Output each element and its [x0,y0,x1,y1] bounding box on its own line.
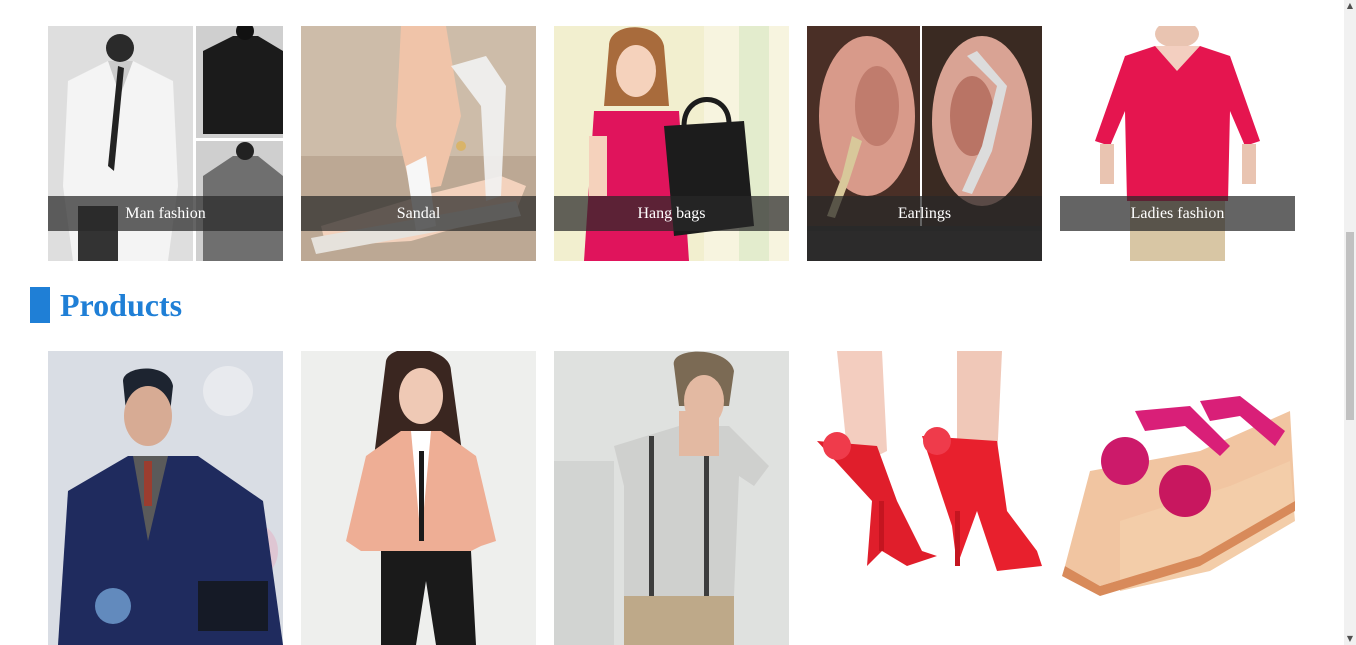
category-label: Hang bags [554,196,789,231]
product-card[interactable] [1060,351,1295,645]
product-card[interactable] [554,351,789,645]
product-image-pink-sandals [1060,351,1295,645]
scrollbar-thumb[interactable] [1346,232,1354,420]
products-heading: Products [60,287,183,323]
category-label: Man fashion [48,196,283,231]
section-title-accent-bar [30,287,50,323]
product-image-woman-jacket [301,351,536,645]
category-label: Sandal [301,196,536,231]
product-image-man-tshirt [554,351,789,645]
products-section-title: Products [30,287,182,323]
category-card-earlings[interactable]: Earlings [807,26,1042,261]
category-label: Earlings [807,196,1042,231]
arrow-down-icon[interactable]: ▼ [1344,633,1356,645]
product-card[interactable] [807,351,1042,645]
category-card-sandal[interactable]: Sandal [301,26,536,261]
category-card-man-fashion[interactable]: Man fashion [48,26,283,261]
arrow-up-icon[interactable]: ▲ [1344,0,1356,12]
category-card-hang-bags[interactable]: Hang bags [554,26,789,261]
vertical-scrollbar[interactable]: ▲ ▼ [1344,0,1356,645]
product-card[interactable] [48,351,283,645]
category-card-ladies-fashion[interactable]: Ladies fashion [1060,26,1295,261]
product-image-man-blazer [48,351,283,645]
page: Man fashion Sandal Hang bags Earlings La… [0,0,1356,645]
category-label: Ladies fashion [1060,196,1295,231]
product-image-red-heels [807,351,1042,645]
product-card[interactable] [301,351,536,645]
